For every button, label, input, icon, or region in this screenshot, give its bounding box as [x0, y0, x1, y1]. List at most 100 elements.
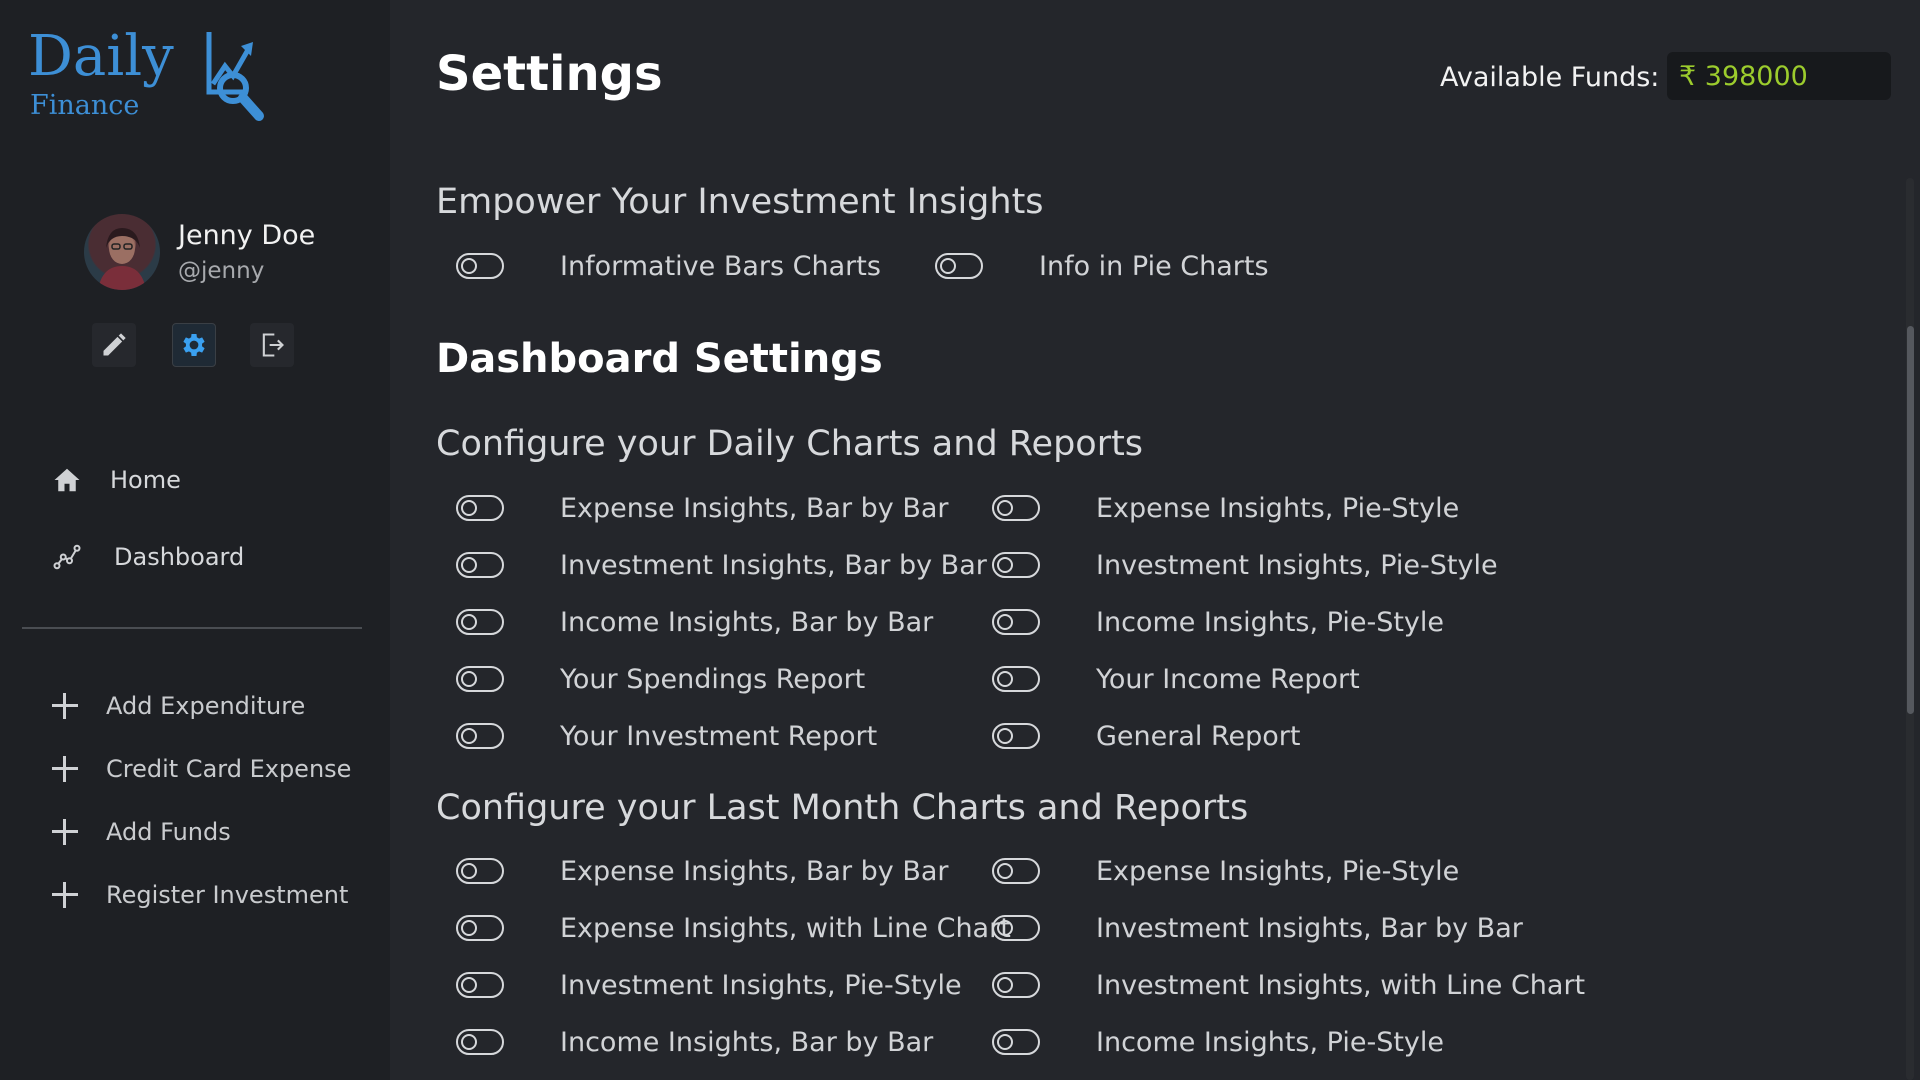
toggle-label: Expense Insights, with Line Chart — [560, 912, 1011, 944]
toggle-monthly-expense-bar[interactable]: Expense Insights, Bar by Bar — [456, 851, 949, 891]
toggle-switch[interactable] — [456, 253, 504, 279]
credit-card-expense-label: Credit Card Expense — [106, 755, 352, 783]
app-logo[interactable]: Daily Finance — [28, 24, 278, 124]
toggle-switch[interactable] — [456, 723, 504, 749]
plus-icon — [50, 691, 80, 721]
nav-home-label: Home — [110, 466, 181, 494]
toggle-daily-income-pie[interactable]: Income Insights, Pie-Style — [992, 602, 1444, 642]
toggle-label: Expense Insights, Pie-Style — [1096, 855, 1460, 887]
chart-icon — [50, 540, 84, 574]
toggle-daily-investment-bar[interactable]: Investment Insights, Bar by Bar — [456, 545, 987, 585]
toggle-daily-investment-pie[interactable]: Investment Insights, Pie-Style — [992, 545, 1498, 585]
logout-button[interactable] — [250, 323, 294, 367]
avatar-image — [98, 228, 146, 290]
toggle-switch[interactable] — [992, 495, 1040, 521]
plus-icon — [50, 817, 80, 847]
user-profile: Jenny Doe @jenny — [84, 214, 384, 294]
toggle-label: Your Spendings Report — [560, 663, 866, 695]
logo-title: Daily — [28, 24, 174, 89]
toggle-label: Your Investment Report — [560, 720, 878, 752]
toggle-monthly-income-bar[interactable]: Income Insights, Bar by Bar — [456, 1022, 933, 1062]
toggle-switch[interactable] — [992, 915, 1040, 941]
toggle-switch[interactable] — [456, 858, 504, 884]
add-expenditure-label: Add Expenditure — [106, 692, 306, 720]
logo-subtitle: Finance — [30, 90, 140, 121]
toggle-monthly-investment-bar[interactable]: Investment Insights, Bar by Bar — [992, 908, 1523, 948]
add-funds-button[interactable]: Add Funds — [50, 812, 360, 852]
toggle-daily-income-bar[interactable]: Income Insights, Bar by Bar — [456, 602, 933, 642]
toggle-switch[interactable] — [456, 552, 504, 578]
toggle-switch[interactable] — [456, 666, 504, 692]
available-funds-value: ₹ 398000 — [1667, 52, 1891, 100]
pencil-icon — [103, 333, 126, 356]
available-funds-label: Available Funds: — [1440, 62, 1660, 93]
toggle-switch[interactable] — [456, 495, 504, 521]
logout-icon — [262, 333, 284, 357]
toggle-monthly-income-pie[interactable]: Income Insights, Pie-Style — [992, 1022, 1444, 1062]
toggle-label: Investment Insights, Bar by Bar — [560, 549, 987, 581]
register-investment-button[interactable]: Register Investment — [50, 875, 360, 915]
avatar[interactable] — [84, 214, 160, 290]
nav-home[interactable]: Home — [50, 460, 360, 500]
toggle-label: Investment Insights, with Line Chart — [1096, 969, 1586, 1001]
toggle-label: Info in Pie Charts — [1039, 250, 1269, 282]
toggle-label: Expense Insights, Pie-Style — [1096, 492, 1460, 524]
toggle-daily-investment-report[interactable]: Your Investment Report — [456, 716, 877, 756]
toggle-switch[interactable] — [456, 609, 504, 635]
profile-actions — [92, 323, 302, 369]
toggle-switch[interactable] — [992, 666, 1040, 692]
toggle-switch[interactable] — [992, 723, 1040, 749]
user-name: Jenny Doe — [178, 220, 316, 251]
toggle-label: Investment Insights, Bar by Bar — [1096, 912, 1523, 944]
insights-heading: Empower Your Investment Insights — [436, 182, 1044, 222]
toggle-daily-income-report[interactable]: Your Income Report — [992, 659, 1360, 699]
toggle-switch[interactable] — [992, 552, 1040, 578]
settings-button[interactable] — [172, 323, 216, 367]
toggle-info-in-pie-charts[interactable]: Info in Pie Charts — [935, 246, 1269, 286]
home-icon — [50, 463, 84, 497]
toggle-switch[interactable] — [992, 609, 1040, 635]
toggle-label: Income Insights, Bar by Bar — [560, 1026, 934, 1058]
toggle-label: Informative Bars Charts — [560, 250, 881, 282]
toggle-switch[interactable] — [456, 972, 504, 998]
sidebar-divider — [22, 627, 362, 629]
toggle-label: Investment Insights, Pie-Style — [560, 969, 962, 1001]
dashboard-settings-heading: Dashboard Settings — [436, 336, 883, 382]
add-funds-label: Add Funds — [106, 818, 231, 846]
toggle-label: Income Insights, Bar by Bar — [560, 606, 934, 638]
toggle-switch[interactable] — [992, 972, 1040, 998]
page-title: Settings — [436, 46, 663, 102]
toggle-monthly-expense-pie[interactable]: Expense Insights, Pie-Style — [992, 851, 1459, 891]
nav-dashboard-label: Dashboard — [114, 543, 245, 571]
credit-card-expense-button[interactable]: Credit Card Expense — [50, 749, 360, 789]
register-investment-label: Register Investment — [106, 881, 349, 909]
toggle-monthly-investment-pie[interactable]: Investment Insights, Pie-Style — [456, 965, 962, 1005]
plus-icon — [50, 880, 80, 910]
plus-icon — [50, 754, 80, 784]
edit-profile-button[interactable] — [92, 323, 136, 367]
toggle-monthly-investment-line[interactable]: Investment Insights, with Line Chart — [992, 965, 1585, 1005]
toggle-label: Income Insights, Pie-Style — [1096, 1026, 1445, 1058]
toggle-daily-spendings-report[interactable]: Your Spendings Report — [456, 659, 865, 699]
toggle-label: Investment Insights, Pie-Style — [1096, 549, 1498, 581]
toggle-switch[interactable] — [992, 858, 1040, 884]
toggle-daily-expense-bar[interactable]: Expense Insights, Bar by Bar — [456, 488, 949, 528]
monthly-heading: Configure your Last Month Charts and Rep… — [436, 788, 1249, 828]
scrollbar-thumb[interactable] — [1907, 326, 1914, 714]
toggle-switch[interactable] — [935, 253, 983, 279]
toggle-switch[interactable] — [456, 915, 504, 941]
sidebar: Daily Finance Jenny Doe @jenny Home Dash… — [0, 0, 390, 1080]
nav-dashboard[interactable]: Dashboard — [50, 537, 360, 577]
toggle-monthly-expense-line[interactable]: Expense Insights, with Line Chart — [456, 908, 1011, 948]
toggle-label: Income Insights, Pie-Style — [1096, 606, 1445, 638]
toggle-daily-expense-pie[interactable]: Expense Insights, Pie-Style — [992, 488, 1459, 528]
gear-icon — [183, 334, 205, 356]
toggle-label: Expense Insights, Bar by Bar — [560, 492, 949, 524]
toggle-informative-bars-charts[interactable]: Informative Bars Charts — [456, 246, 881, 286]
toggle-label: Expense Insights, Bar by Bar — [560, 855, 949, 887]
toggle-switch[interactable] — [456, 1029, 504, 1055]
toggle-switch[interactable] — [992, 1029, 1040, 1055]
settings-page: Settings Available Funds: ₹ 398000 Empow… — [390, 0, 1920, 1080]
toggle-daily-general-report[interactable]: General Report — [992, 716, 1301, 756]
add-expenditure-button[interactable]: Add Expenditure — [50, 686, 360, 726]
